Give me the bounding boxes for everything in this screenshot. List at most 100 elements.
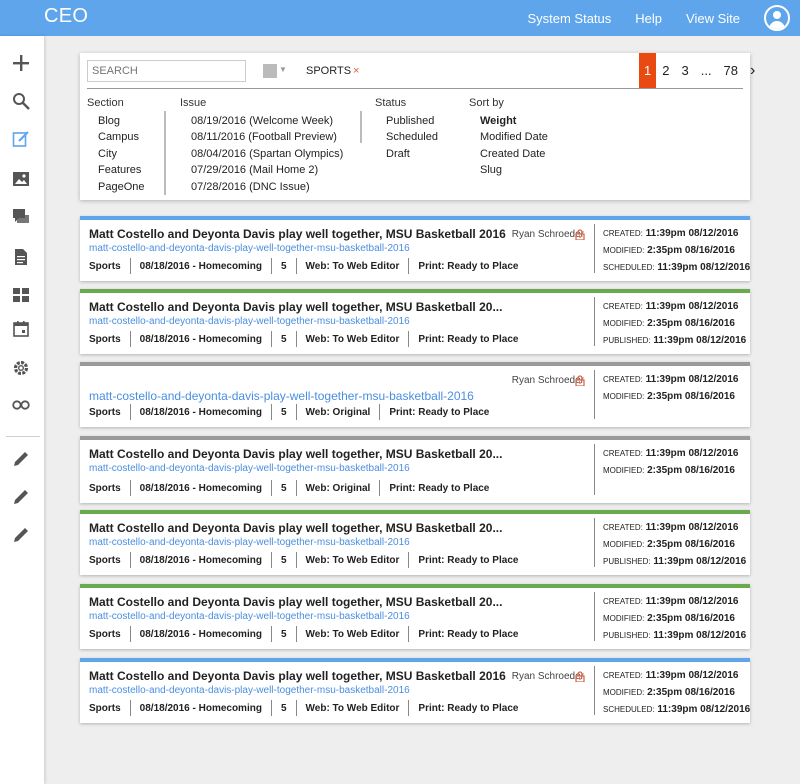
story-card[interactable]: Matt Costello and Deyonta Davis play wel… [80,436,750,503]
status-option[interactable]: Scheduled [375,129,438,145]
story-card[interactable]: Matt Costello and Deyonta Davis play wel… [80,658,750,723]
image-icon[interactable] [10,168,32,190]
story-section: Sports [89,260,121,272]
story-date: CREATED: 11:39pm 08/12/2016 [603,596,739,607]
comments-icon[interactable] [10,206,32,228]
issue-option[interactable]: 07/28/2016 (DNC Issue) [180,179,343,195]
search-input[interactable] [87,60,246,82]
infinity-icon[interactable] [10,394,32,416]
next-page-icon[interactable]: › [744,62,761,80]
nav-view-site[interactable]: View Site [686,11,740,26]
story-title[interactable]: Matt Costello and Deyonta Davis play wel… [89,300,502,314]
status-option[interactable]: Draft [375,146,438,162]
page-2[interactable]: 2 [656,63,675,78]
edit-icon[interactable] [10,128,32,150]
story-slug[interactable]: matt-costello-and-deyonta-davis-play-wel… [89,611,410,622]
story-card[interactable]: Matt Costello and Deyonta Davis play wel… [80,584,750,649]
document-icon[interactable] [10,246,32,268]
section-option[interactable]: PageOne [87,179,144,195]
issue-filter: Issue 08/19/2016 (Welcome Week) 08/11/20… [180,97,343,195]
story-page: 5 [280,333,287,345]
story-card[interactable]: Matt Costello and Deyonta Davis play wel… [80,510,750,575]
status-color-bar [80,362,750,366]
date-label: CREATED: [603,302,643,311]
story-page: 5 [280,628,287,640]
story-title[interactable]: Matt Costello and Deyonta Davis play wel… [89,447,502,461]
story-title[interactable]: Matt Costello and Deyonta Davis play wel… [89,669,506,683]
sort-option[interactable]: Slug [469,162,548,178]
story-print-status: Print: Ready to Place [418,260,519,272]
story-section: Sports [89,482,121,494]
story-slug[interactable]: matt-costello-and-deyonta-davis-play-wel… [89,463,410,474]
issue-option[interactable]: 08/11/2016 (Football Preview) [180,129,343,145]
story-meta: Sports 08/18/2016 - Homecoming 5 Web: To We… [89,626,518,642]
story-meta: Sports 08/18/2016 - Homecoming 5 Web: To We… [89,331,518,347]
lock-icon [575,229,585,240]
nav-help[interactable]: Help [635,11,662,26]
issue-option[interactable]: 07/29/2016 (Mail Home 2) [180,162,343,178]
date-value: 11:39pm 08/12/2016 [645,374,739,385]
plus-icon[interactable] [10,52,32,74]
section-option[interactable]: Features [87,162,144,178]
story-date: CREATED: 11:39pm 08/12/2016 [603,522,739,533]
color-select[interactable] [263,64,277,78]
date-value: 11:39pm 08/12/2016 [653,630,747,641]
nav-system-status[interactable]: System Status [527,11,611,26]
section-option[interactable]: Campus [87,129,144,145]
story-title[interactable]: Matt Costello and Deyonta Davis play wel… [89,595,502,609]
pencil-icon[interactable] [10,486,32,508]
story-title[interactable]: Matt Costello and Deyonta Davis play wel… [89,227,506,241]
lock-icon [575,375,585,386]
page-3[interactable]: 3 [675,63,694,78]
date-value: 11:39pm 08/12/2016 [645,448,739,459]
story-date: CREATED: 11:39pm 08/12/2016 [603,301,739,312]
section-label: Section [87,97,124,109]
date-value: 11:39pm 08/12/2016 [645,301,739,312]
gear-icon[interactable] [10,357,32,379]
status-color-bar [80,658,750,662]
story-title[interactable]: Matt Costello and Deyonta Davis play wel… [89,521,502,535]
dates-divider [594,592,595,641]
story-date: CREATED: 11:39pm 08/12/2016 [603,374,739,385]
issue-option[interactable]: 08/19/2016 (Welcome Week) [180,113,343,129]
sort-option[interactable]: Modified Date [469,129,548,145]
story-section: Sports [89,333,121,345]
story-card[interactable]: Matt Costello and Deyonta Davis play wel… [80,216,750,281]
issue-option[interactable]: 08/04/2016 (Spartan Olympics) [180,146,343,162]
section-option[interactable]: City [87,146,144,162]
date-value: 11:39pm 08/12/2016 [645,228,739,239]
page-78[interactable]: 78 [718,63,744,78]
tag-remove-icon[interactable]: × [353,65,359,77]
date-value: 11:39pm 08/12/2016 [653,335,747,346]
status-option[interactable]: Published [375,113,438,129]
pencil-icon[interactable] [10,448,32,470]
story-slug[interactable]: matt-costello-and-deyonta-davis-play-wel… [89,243,410,254]
chevron-down-icon[interactable]: ▼ [279,65,287,74]
story-slug[interactable]: matt-costello-and-deyonta-davis-play-wel… [89,316,410,327]
user-avatar-icon[interactable] [764,5,790,31]
page-1[interactable]: 1 [639,53,657,88]
story-date: SCHEDULED: 11:39pm 08/12/2016 [603,704,750,715]
grid-icon[interactable] [10,284,32,306]
story-issue: 08/18/2016 - Homecoming [139,628,262,640]
app-title[interactable]: CEO [44,5,88,28]
calendar-icon[interactable] [10,318,32,340]
section-option[interactable]: Blog [87,113,144,129]
date-label: CREATED: [603,597,643,606]
search-icon[interactable] [10,90,32,112]
story-date: CREATED: 11:39pm 08/12/2016 [603,448,739,459]
story-card[interactable]: matt-costello-and-deyonta-davis-play-wel… [80,362,750,427]
sort-option[interactable]: Created Date [469,146,548,162]
story-card[interactable]: Matt Costello and Deyonta Davis play wel… [80,289,750,354]
sort-filter: Sort by Weight Modified Date Created Dat… [469,97,548,179]
date-value: 11:39pm 08/12/2016 [645,522,739,533]
story-slug[interactable]: matt-costello-and-deyonta-davis-play-wel… [89,389,474,403]
date-value: 11:39pm 08/12/2016 [645,670,739,681]
issue-label: Issue [180,97,207,109]
dates-divider [594,444,595,495]
story-slug[interactable]: matt-costello-and-deyonta-davis-play-wel… [89,685,410,696]
story-date: PUBLISHED: 11:39pm 08/12/2016 [603,335,746,346]
pencil-icon[interactable] [10,524,32,546]
story-slug[interactable]: matt-costello-and-deyonta-davis-play-wel… [89,537,410,548]
sort-option-selected[interactable]: Weight [469,113,548,129]
